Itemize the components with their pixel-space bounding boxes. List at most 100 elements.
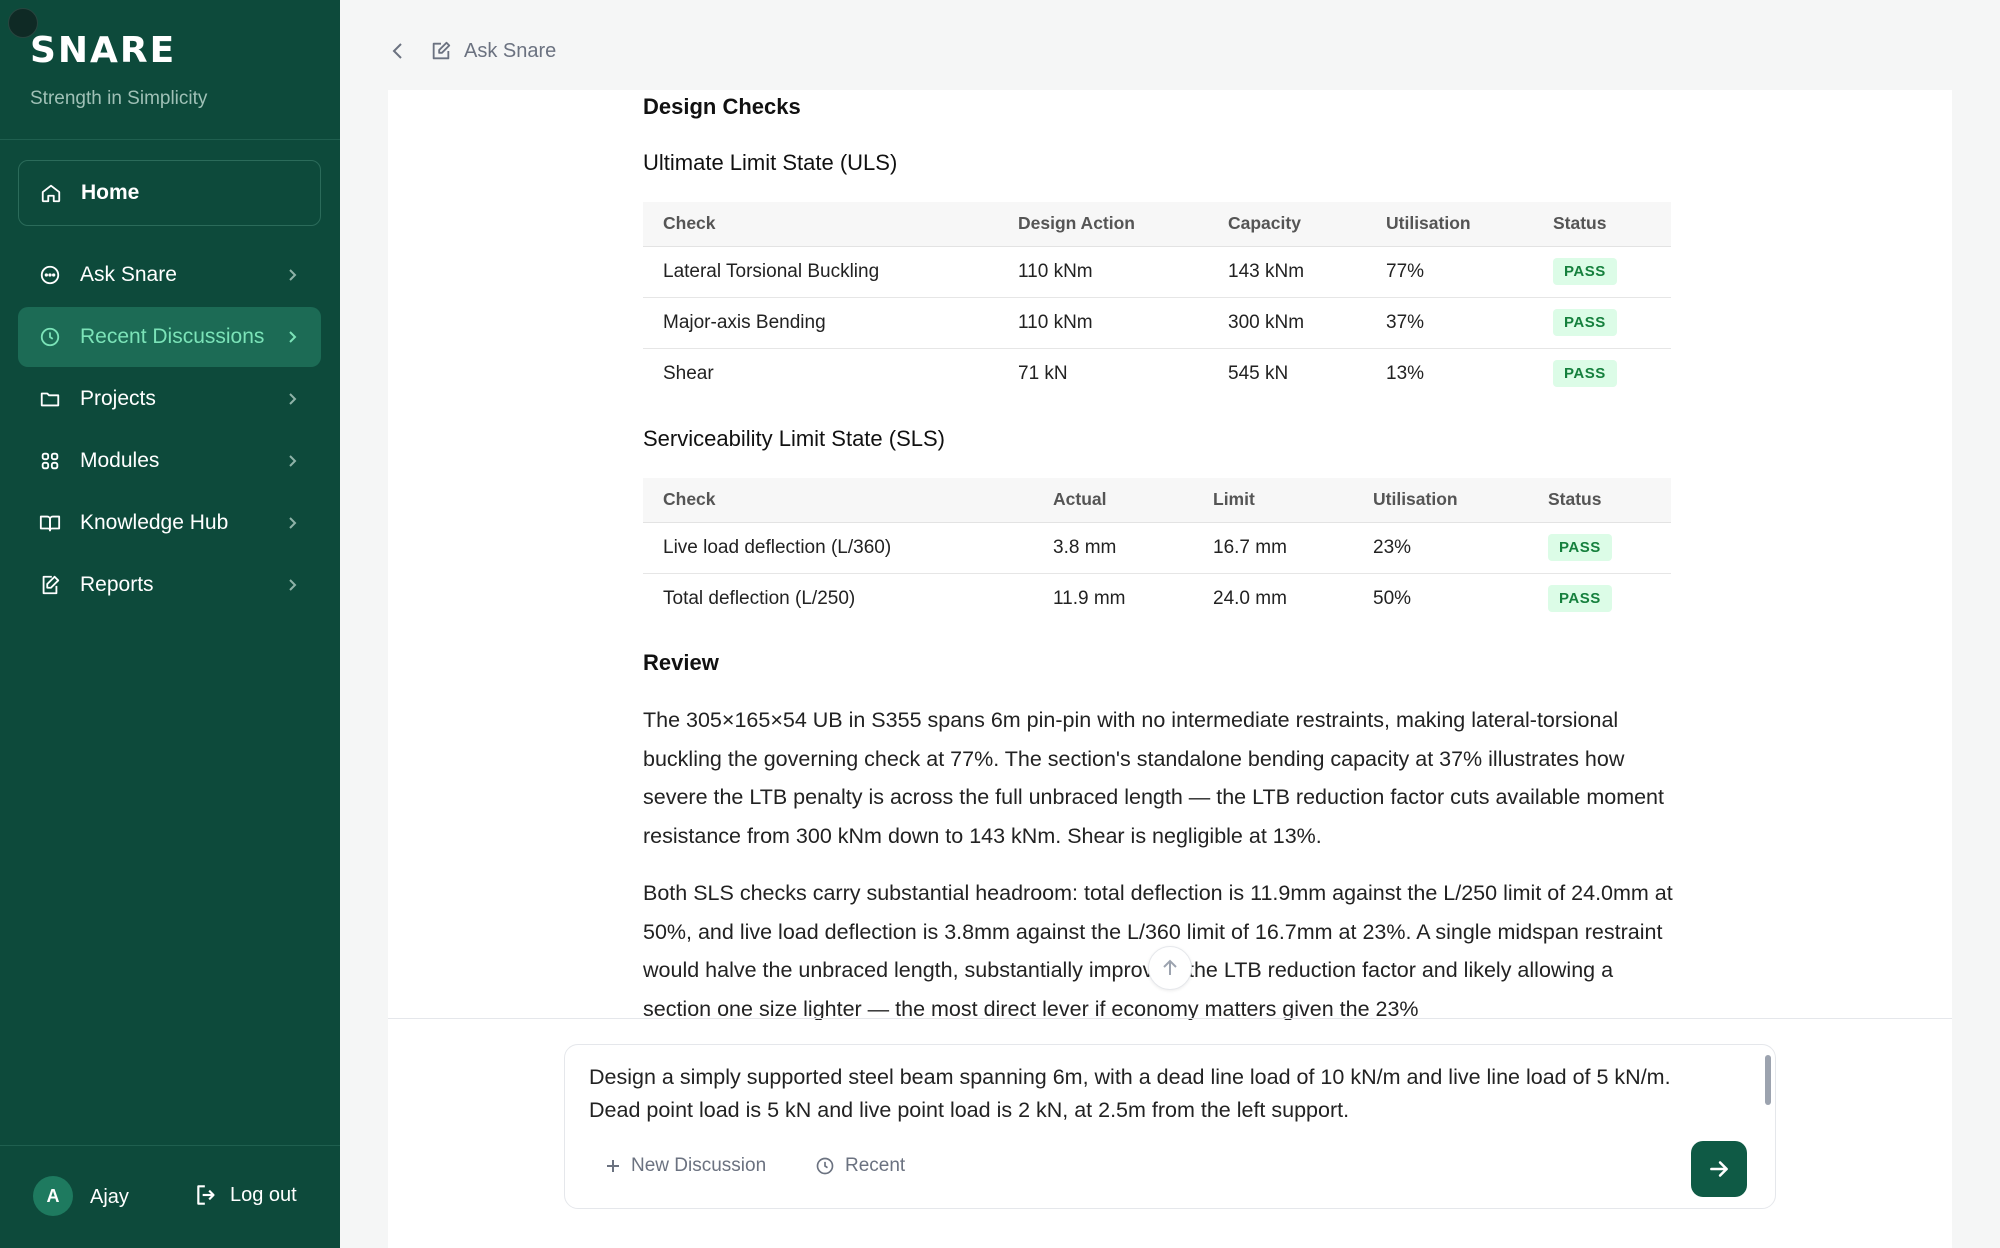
actual-cell: 3.8 mm: [1033, 522, 1193, 574]
sidebar-item-label: Projects: [80, 387, 156, 410]
sidebar-item-projects[interactable]: Projects: [18, 369, 321, 429]
brand-tagline: Strength in Simplicity: [30, 88, 208, 109]
report-icon: [38, 573, 62, 597]
chevron-right-icon: [289, 455, 297, 467]
logout-label: Log out: [230, 1183, 297, 1206]
column-header: Design Action: [998, 202, 1208, 247]
limit-cell: 16.7 mm: [1193, 522, 1353, 574]
uls-table: Check Design Action Capacity Utilisation…: [643, 202, 1671, 399]
utilisation-cell: 77%: [1366, 246, 1533, 298]
back-button[interactable]: [390, 36, 414, 66]
column-header: Capacity: [1208, 202, 1366, 247]
new-discussion-label: New Discussion: [631, 1155, 767, 1176]
send-button[interactable]: [1691, 1141, 1747, 1197]
clock-icon: [816, 1157, 834, 1175]
book-icon: [38, 511, 62, 535]
column-header: Status: [1533, 202, 1671, 247]
table-row: Lateral Torsional Buckling 110 kNm 143 k…: [643, 246, 1671, 298]
message-input[interactable]: Design a simply supported steel beam spa…: [589, 1061, 1739, 1127]
folder-icon: [38, 387, 62, 411]
edit-icon: [430, 40, 452, 62]
column-header: Check: [643, 478, 1033, 523]
recent-label: Recent: [845, 1155, 906, 1176]
utilisation-cell: 23%: [1353, 522, 1528, 574]
logout-button[interactable]: Log out: [194, 1182, 297, 1208]
review-heading: Review: [643, 650, 719, 675]
column-header: Limit: [1193, 478, 1353, 523]
clock-icon: [38, 325, 62, 349]
column-header: Utilisation: [1366, 202, 1533, 247]
user-name: Ajay: [90, 1186, 129, 1208]
message-composer: Design a simply supported steel beam spa…: [564, 1044, 1776, 1209]
chevron-left-icon: [392, 43, 402, 59]
column-header: Utilisation: [1353, 478, 1528, 523]
check-cell: Lateral Torsional Buckling: [643, 246, 998, 298]
check-cell: Major-axis Bending: [643, 297, 998, 349]
review-paragraph: Both SLS checks carry substantial headro…: [643, 881, 1673, 1020]
sidebar-item-label: Reports: [80, 573, 154, 596]
status-badge: PASS: [1548, 585, 1612, 613]
design-action-cell: 110 kNm: [998, 297, 1208, 349]
status-badge: PASS: [1553, 258, 1617, 285]
check-cell: Total deflection (L/250): [663, 587, 856, 609]
design-action-cell: 110 kNm: [998, 246, 1208, 298]
utilisation-cell: 13%: [1386, 362, 1425, 384]
content-divider: [388, 1018, 1952, 1019]
check-cell: Live load deflection (L/360): [643, 522, 1033, 574]
limit-cell: 24.0 mm: [1213, 587, 1287, 609]
input-scrollbar[interactable]: [1765, 1055, 1771, 1105]
recent-button[interactable]: Recent: [815, 1155, 905, 1177]
status-cell: PASS: [1528, 522, 1671, 574]
scroll-to-top-button[interactable]: [1148, 946, 1192, 990]
table-header-row: Check Actual Limit Utilisation Status: [643, 478, 1671, 523]
utilisation-cell: 50%: [1373, 587, 1412, 609]
new-discussion-button[interactable]: New Discussion: [605, 1155, 766, 1177]
chevron-right-icon: [289, 393, 297, 405]
uls-heading: Ultimate Limit State (ULS): [643, 150, 898, 175]
status-badge: PASS: [1548, 534, 1612, 561]
review-paragraph: The 305×165×54 UB in S355 spans 6m pin-p…: [643, 708, 1664, 848]
capacity-cell: 545 kN: [1228, 362, 1289, 384]
assistant-response: Design Checks Ultimate Limit State (ULS)…: [643, 90, 1673, 1020]
sidebar-item-label: Home: [81, 181, 140, 204]
sidebar-item-home[interactable]: Home: [18, 160, 321, 226]
avatar[interactable]: A: [33, 1176, 73, 1216]
sidebar-item-modules[interactable]: Modules: [18, 431, 321, 491]
sidebar-item-label: Recent Discussions: [80, 325, 265, 348]
table-header-row: Check Design Action Capacity Utilisation…: [643, 202, 1671, 247]
logout-icon: [197, 1185, 215, 1205]
table-row: Live load deflection (L/360) 3.8 mm 16.7…: [643, 522, 1671, 574]
sidebar-item-label: Modules: [80, 449, 160, 472]
status-cell: PASS: [1528, 573, 1671, 624]
sls-heading: Serviceability Limit State (SLS): [643, 426, 945, 451]
sls-table: Check Actual Limit Utilisation Status Li…: [643, 478, 1671, 624]
sidebar-item-knowledge-hub[interactable]: Knowledge Hub: [18, 493, 321, 553]
chevron-right-icon: [289, 579, 297, 591]
page-title: Ask Snare: [464, 39, 557, 62]
table-row: Total deflection (L/250) 11.9 mm 24.0 mm…: [643, 573, 1671, 624]
column-header: Check: [643, 202, 998, 247]
status-cell: PASS: [1533, 246, 1671, 298]
breadcrumb: Ask Snare: [390, 36, 556, 66]
column-header: Status: [1528, 478, 1671, 523]
sidebar-item-reports[interactable]: Reports: [18, 555, 321, 615]
sidebar-item-recent-discussions[interactable]: Recent Discussions: [18, 307, 321, 367]
sidebar: SNARE Strength in Simplicity Home Ask Sn…: [0, 0, 340, 1248]
sidebar-item-ask-snare[interactable]: Ask Snare: [18, 245, 321, 305]
design-checks-heading: Design Checks: [643, 94, 801, 119]
brand-logo: SNARE: [30, 30, 177, 71]
chevron-right-icon: [289, 517, 297, 529]
chat-icon: [38, 263, 62, 287]
actual-cell: 11.9 mm: [1053, 587, 1126, 609]
grid-icon: [38, 449, 62, 473]
chevron-right-icon: [289, 269, 297, 281]
utilisation-cell: 37%: [1366, 297, 1533, 349]
arrow-right-icon: [1710, 1161, 1728, 1177]
sidebar-divider: [0, 139, 340, 140]
design-action-cell: 71 kN: [1018, 362, 1068, 384]
status-cell: PASS: [1533, 297, 1671, 349]
user-row: A Ajay Log out: [0, 1145, 340, 1248]
table-row: Major-axis Bending 110 kNm 300 kNm 37% P…: [643, 297, 1671, 349]
status-badge: PASS: [1553, 309, 1617, 336]
status-cell: PASS: [1533, 348, 1671, 399]
